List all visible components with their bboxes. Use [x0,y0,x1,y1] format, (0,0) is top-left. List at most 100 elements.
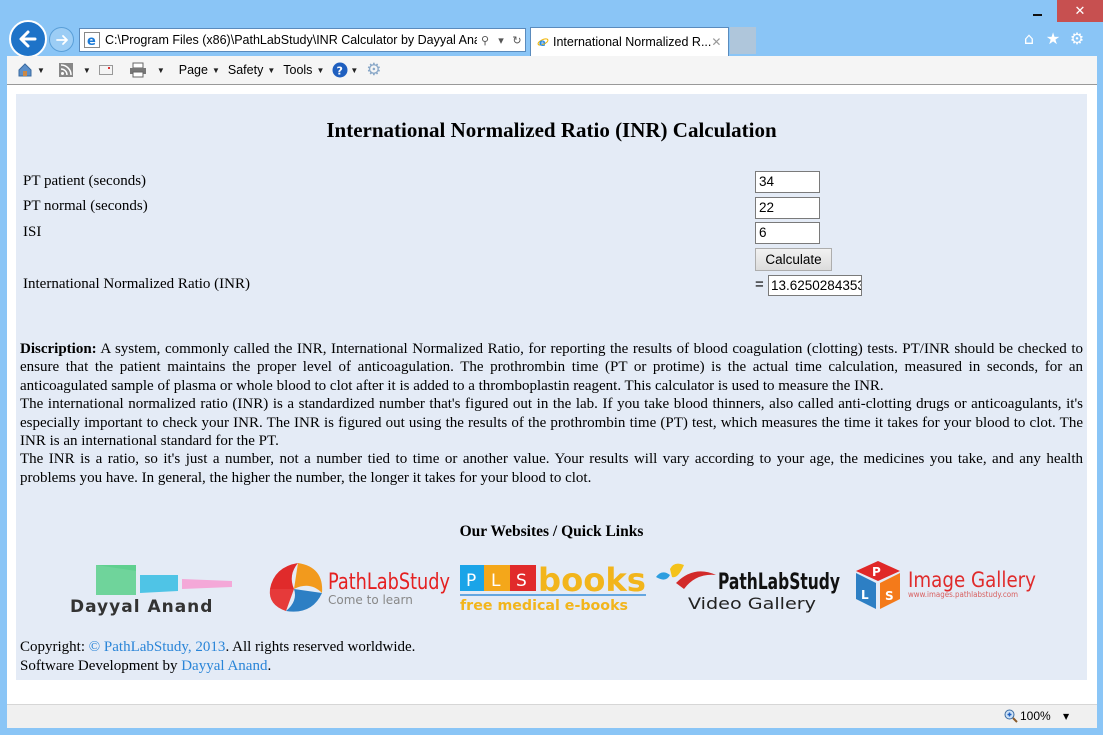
tab-inr-calculator[interactable]: e International Normalized R... ✕ [530,27,729,56]
ie-page-icon: e [84,32,100,48]
footer: Copyright: © PathLabStudy, 2013. All rig… [20,638,415,676]
address-bar[interactable]: e C:\Program Files (x86)\PathLabStudy\IN… [79,28,526,52]
help-icon: ? [332,62,348,78]
equals-sign: = [755,276,764,293]
arrow-left-icon [19,30,37,48]
safety-menu[interactable]: Safety ▼ [228,63,275,77]
page-menu[interactable]: Page ▼ [179,63,220,77]
zoom-control[interactable]: 100% [1004,709,1051,723]
settings-button[interactable]: ⚙ [366,60,381,80]
help-menu[interactable]: ? ▼ [332,62,358,78]
pls-letter-l: L [491,571,501,591]
pathlabstudy-logo: PathLabStudy Come to learn [269,563,450,612]
arrow-right-icon [55,34,68,45]
image-gallery-logo: P L S Image Gallery www.images.pathlabst… [856,561,1036,609]
tab-close-icon[interactable]: ✕ [711,35,722,49]
refresh-icon[interactable]: ↻ [509,30,525,50]
close-window-button[interactable]: ✕ [1057,0,1103,22]
favorites-star-icon[interactable]: ★ [1044,29,1062,48]
dayyal-logo-text: Dayyal Anand [70,597,213,617]
calculate-button[interactable]: Calculate [755,248,832,271]
pls-letter-p: P [466,571,476,591]
printer-icon [129,62,146,78]
copyright-suffix: . All rights reserved worldwide. [225,639,416,655]
chevron-down-icon: ▼ [211,65,220,75]
tools-menu-label: Tools [283,63,313,77]
video-gallery-logo-link[interactable]: PathLabStudy Video Gallery [654,559,844,617]
pls-letter-s: S [516,571,527,591]
minimize-button[interactable] [1024,0,1050,22]
chevron-down-icon: ▼ [350,65,359,75]
zoom-level: 100% [1020,709,1051,723]
developer-line: Software Development by Dayyal Anand. [20,657,415,676]
svg-text:L: L [861,588,869,602]
video-gallery-logo: PathLabStudy Video Gallery [656,563,840,613]
dayyal-anand-logo-link[interactable]: Dayyal Anand [68,559,260,617]
pt-normal-label: PT normal (seconds) [23,198,148,214]
description-paragraph-1: Discription: A system, commonly called t… [20,340,1083,395]
dropdown-caret-icon[interactable]: ▾ [493,30,509,50]
chevron-down-icon: ▼ [267,65,276,75]
books-text: books [538,561,646,599]
quick-links-logos: Dayyal Anand PathLabStudy Come to learn [68,559,1048,617]
tab-title: International Normalized R... [552,35,712,49]
gear-icon: ⚙ [366,60,382,79]
feeds-menu[interactable]: ▼ [58,63,91,77]
read-mail-button[interactable] [98,64,113,76]
rss-feed-icon [58,63,73,77]
pt-patient-input[interactable]: 34 [755,171,820,193]
pls-books-logo-link[interactable]: P L S books free medical e-books [458,559,648,617]
svg-text:e: e [539,38,546,49]
inr-result-label: International Normalized Ratio (INR) [23,276,251,292]
video-logo-title: PathLabStudy [718,570,840,595]
chevron-down-icon: ▼ [316,65,325,75]
copyright-link[interactable]: © PathLabStudy, 2013 [89,639,226,655]
back-button[interactable] [9,20,47,58]
copyright-prefix: Copyright: [20,639,89,655]
description: Discription: A system, commonly called t… [20,340,1083,487]
settings-gear-icon[interactable]: ⚙ [1068,29,1086,48]
svg-text:?: ? [337,65,343,78]
developer-suffix: . [267,658,272,674]
svg-text:e: e [87,34,96,48]
zoom-dropdown-icon[interactable]: ▼ [1063,712,1069,721]
chevron-down-icon: ▼ [82,65,91,75]
search-icon[interactable]: ⚲ [477,30,493,50]
pt-patient-label: PT patient (seconds) [23,173,147,189]
svg-text:S: S [885,589,894,603]
description-paragraph-3: The INR is a ratio, so it's just a numbe… [20,451,1083,486]
pls-books-logo: P L S books free medical e-books [460,561,646,614]
description-heading: Discription: [20,341,97,357]
command-bar: ▼ ▼ ▼ Page ▼ Safety ▼ Tools ▼ ? ▼ ⚙ [7,56,1097,85]
print-menu[interactable]: ▼ [129,62,165,78]
image-gallery-logo-link[interactable]: P L S Image Gallery www.images.pathlabst… [848,559,1044,617]
inr-result-field[interactable]: 13.6250284353 [768,275,862,296]
quick-links-title: Our Websites / Quick Links [459,523,644,540]
svg-text:P: P [872,565,881,579]
developer-prefix: Software Development by [20,658,182,674]
tools-menu[interactable]: Tools ▼ [283,63,324,77]
developer-link[interactable]: Dayyal Anand [181,658,267,674]
description-text-1: A system, commonly called the INR, Inter… [20,341,1083,394]
description-paragraph-2: The international normalized ratio (INR)… [20,396,1083,450]
forward-button[interactable] [49,27,74,52]
dayyal-anand-logo: Dayyal Anand [70,565,232,617]
pathlab-logo-sub: Come to learn [328,593,413,607]
inr-page: International Normalized Ratio (INR) Cal… [16,94,1087,680]
status-bar: 100% ▼ [7,704,1097,728]
isi-input[interactable]: 6 [755,222,820,244]
pt-normal-input[interactable]: 22 [755,197,820,219]
address-text[interactable]: C:\Program Files (x86)\PathLabStudy\INR … [105,33,477,47]
new-tab-button[interactable] [730,27,756,54]
minimize-icon [1032,14,1042,16]
home-menu[interactable]: ▼ [17,62,45,78]
safety-menu-label: Safety [227,63,264,77]
copyright-line: Copyright: © PathLabStudy, 2013. All rig… [20,638,415,657]
chevron-down-icon: ▼ [37,65,45,75]
pathlab-logo-text: PathLabStudy [328,570,450,595]
page-menu-label: Page [178,63,208,77]
isi-label: ISI [23,224,42,240]
pathlabstudy-logo-link[interactable]: PathLabStudy Come to learn [264,559,454,617]
home-icon[interactable]: ⌂ [1020,29,1038,48]
video-logo-sub: Video Gallery [688,594,816,613]
